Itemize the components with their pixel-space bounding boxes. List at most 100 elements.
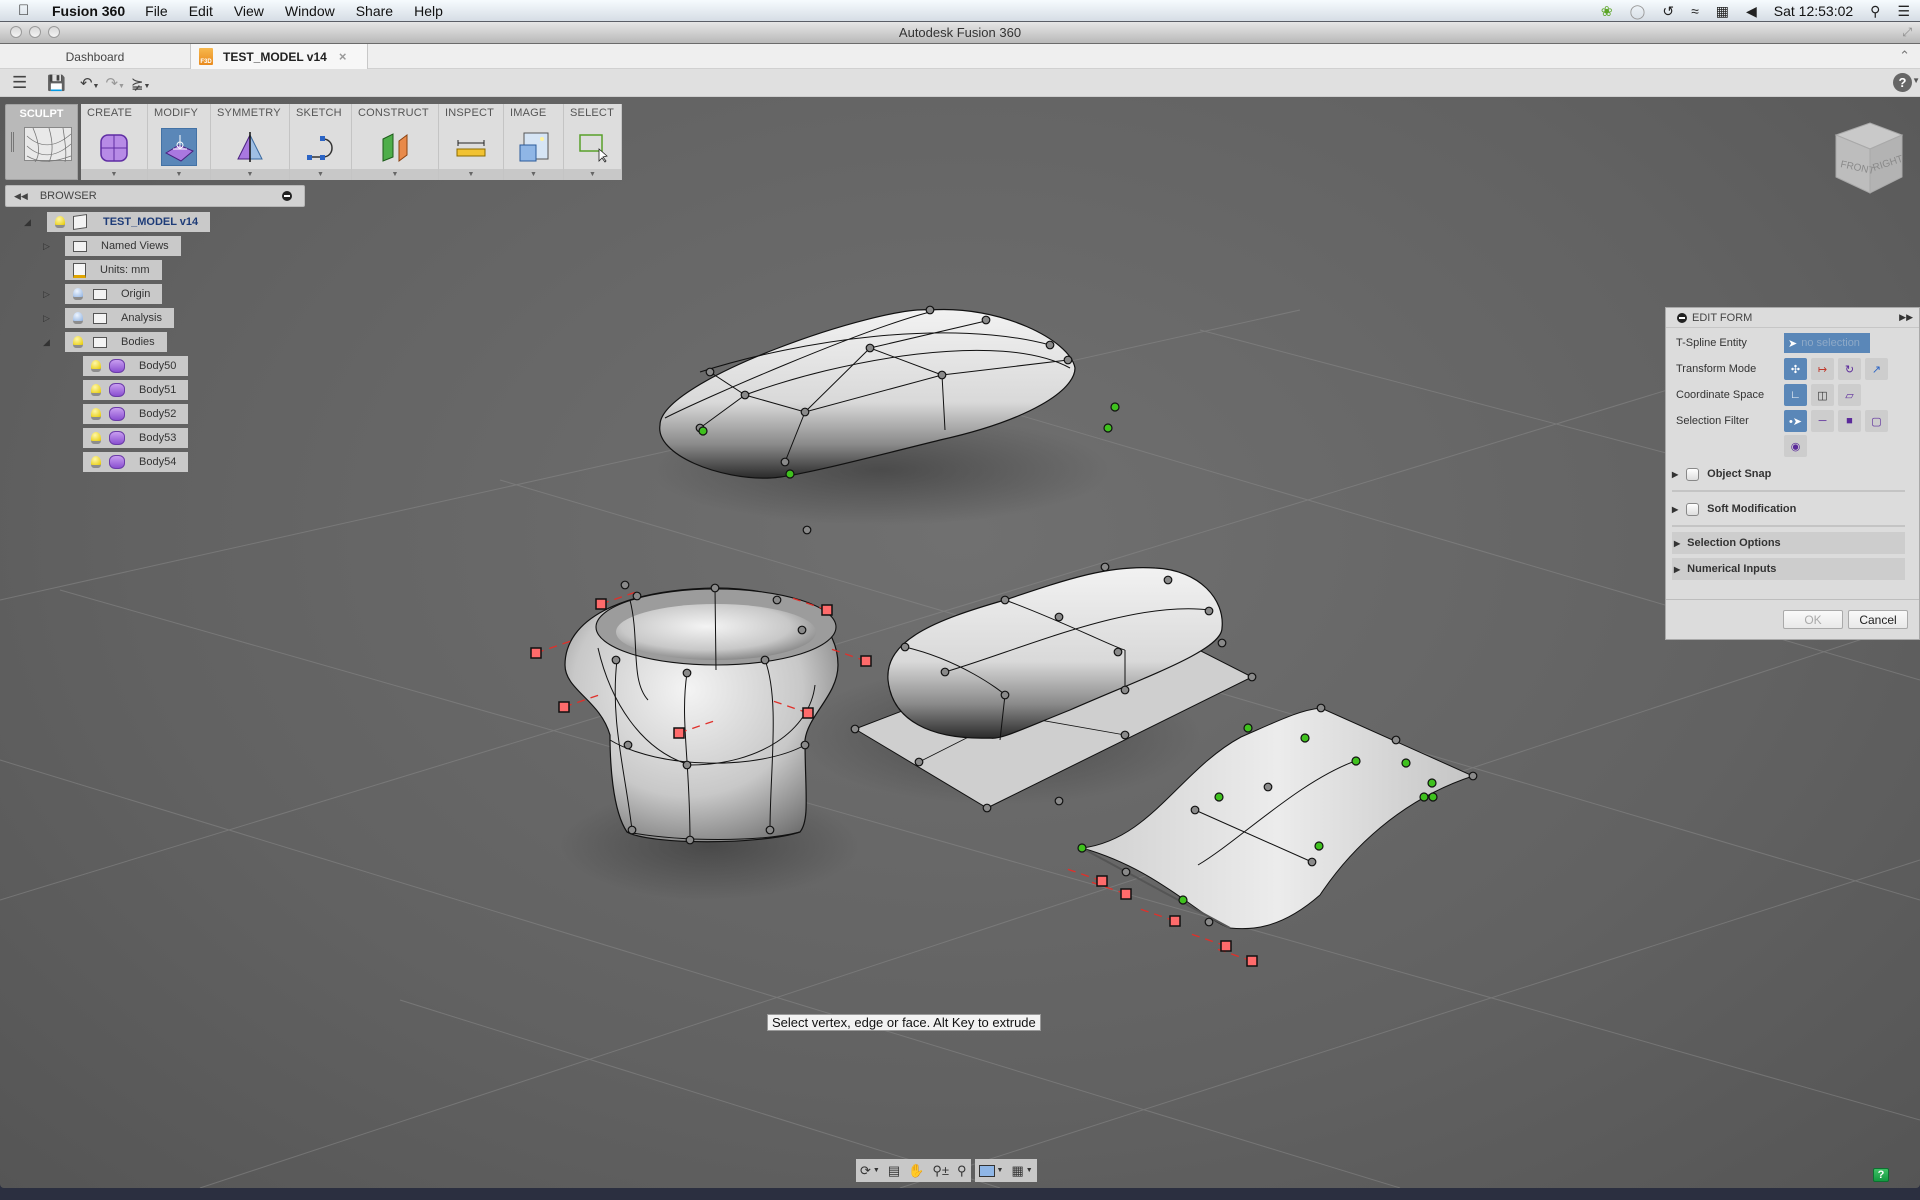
mirror-icon[interactable]	[232, 128, 268, 166]
notification-center-icon[interactable]: ☰	[1897, 3, 1910, 20]
expand-arrow-icon[interactable]: ▶	[1672, 470, 1678, 479]
collapse-arrow-icon[interactable]: ◢	[43, 337, 50, 348]
tangent-handle[interactable]	[673, 727, 685, 739]
vertex-point[interactable]	[1054, 796, 1064, 806]
vertex-point[interactable]	[627, 825, 637, 835]
save-icon[interactable]: 💾	[47, 74, 66, 92]
browser-node-body[interactable]: Body54	[83, 452, 189, 472]
vertex-point[interactable]	[710, 583, 720, 593]
ribbon-group-sketch[interactable]: SKETCH ▼	[290, 104, 352, 180]
object-snap-section[interactable]: ▶ Object Snap	[1672, 463, 1902, 485]
vertex-point[interactable]	[982, 803, 992, 813]
volume-icon[interactable]: ◀	[1746, 3, 1757, 20]
measure-icon[interactable]	[453, 128, 489, 166]
vertex-point[interactable]	[705, 367, 715, 377]
vertex-point[interactable]	[1247, 672, 1257, 682]
selection-options-section[interactable]: ▶ Selection Options	[1672, 532, 1905, 554]
vertex-point[interactable]	[1204, 917, 1214, 927]
spotlight-search-icon[interactable]: ⚲	[1870, 3, 1880, 20]
tspline-entity-selector[interactable]: ➤ no selection	[1784, 333, 1870, 353]
undo-icon[interactable]: ↶▼	[80, 74, 100, 92]
scale-icon[interactable]: ↗	[1865, 358, 1888, 380]
vertex-point[interactable]	[1163, 575, 1173, 585]
vertex-point[interactable]	[1204, 606, 1214, 616]
vertex-point[interactable]	[1000, 595, 1010, 605]
tangent-handle[interactable]	[1096, 875, 1108, 887]
vertex-point[interactable]	[914, 757, 924, 767]
vertex-point[interactable]	[1120, 685, 1130, 695]
vertex-point-highlighted[interactable]	[1428, 792, 1438, 802]
tab-dashboard[interactable]: Dashboard	[0, 44, 190, 69]
window-select-icon[interactable]	[575, 128, 611, 166]
vertex-point-highlighted[interactable]	[1300, 733, 1310, 743]
look-at-icon[interactable]: ▤	[888, 1163, 900, 1179]
object-snap-checkbox[interactable]	[1686, 467, 1700, 481]
ribbon-group-create[interactable]: CREATE ▼	[81, 104, 148, 180]
workspace-switcher[interactable]: SCULPT	[5, 104, 78, 180]
vertex-point[interactable]	[1468, 771, 1478, 781]
rotate-icon[interactable]: ↻	[1838, 358, 1861, 380]
soft-modification-checkbox[interactable]	[1686, 502, 1700, 516]
vertex-point[interactable]	[685, 835, 695, 845]
box-icon[interactable]	[96, 128, 132, 166]
fullscreen-icon[interactable]: ⤢	[1902, 25, 1912, 40]
browser-node-named-views[interactable]: Named Views	[65, 236, 181, 256]
vertex-point[interactable]	[772, 595, 782, 605]
cancel-button[interactable]: Cancel	[1848, 610, 1908, 629]
vertex-point[interactable]	[1120, 730, 1130, 740]
vertex-point[interactable]	[900, 642, 910, 652]
inspect-dropdown-icon[interactable]: ▼	[439, 169, 503, 180]
spline-icon[interactable]	[303, 128, 339, 166]
plane-icon[interactable]	[377, 128, 413, 166]
tangent-handle[interactable]	[558, 701, 570, 713]
construct-dropdown-icon[interactable]: ▼	[352, 169, 438, 180]
vertex-point[interactable]	[760, 655, 770, 665]
ribbon-group-symmetry[interactable]: SYMMETRY ▼	[211, 104, 290, 180]
multi-transform-icon[interactable]: ✣	[1784, 358, 1807, 380]
select-dropdown-icon[interactable]: ▼	[564, 169, 621, 180]
face-filter-icon[interactable]: ■	[1838, 410, 1861, 432]
visibility-bulb-icon[interactable]	[73, 288, 83, 300]
help-dropdown-icon[interactable]: ▼	[1912, 76, 1920, 85]
visibility-bulb-icon[interactable]	[91, 432, 101, 444]
local-space-icon[interactable]: ▱	[1838, 384, 1861, 406]
tangent-handle[interactable]	[1169, 915, 1181, 927]
menu-edit[interactable]: Edit	[189, 3, 213, 19]
menu-share[interactable]: Share	[356, 3, 393, 19]
vertex-point-highlighted[interactable]	[1178, 895, 1188, 905]
vertex-point[interactable]	[1307, 857, 1317, 867]
browser-node-body[interactable]: Body52	[83, 404, 189, 424]
vertex-point[interactable]	[1121, 867, 1131, 877]
evernote-icon[interactable]: ❀	[1601, 3, 1613, 20]
symmetry-dropdown-icon[interactable]: ▼	[211, 169, 289, 180]
vertex-point-highlighted[interactable]	[1077, 843, 1087, 853]
tangent-handle[interactable]	[1120, 888, 1132, 900]
sketch-dropdown-icon[interactable]: ▼	[290, 169, 351, 180]
tangent-handle[interactable]	[530, 647, 542, 659]
menu-window[interactable]: Window	[285, 3, 335, 19]
data-panel-menu-icon[interactable]: ☰	[12, 73, 27, 93]
vertex-point-highlighted[interactable]	[1419, 792, 1429, 802]
vertex-point[interactable]	[797, 625, 807, 635]
tangent-handle[interactable]	[821, 604, 833, 616]
vertex-point[interactable]	[1190, 805, 1200, 815]
zoom-icon[interactable]: ⚲±	[932, 1163, 949, 1179]
minimize-browser-icon[interactable]	[282, 191, 292, 201]
modify-dropdown-icon[interactable]: ▼	[148, 169, 210, 180]
vertex-point[interactable]	[740, 390, 750, 400]
collapse-browser-icon[interactable]: ◀◀	[14, 191, 28, 202]
vertex-point[interactable]	[1100, 562, 1110, 572]
translate-icon[interactable]: ↦	[1811, 358, 1834, 380]
vertex-point[interactable]	[780, 457, 790, 467]
menu-help[interactable]: Help	[414, 3, 443, 19]
vertex-point[interactable]	[981, 315, 991, 325]
browser-root-node[interactable]: TEST_MODEL v14	[47, 212, 211, 232]
vertex-point[interactable]	[1045, 340, 1055, 350]
apple-menu-icon[interactable]: 	[18, 2, 38, 19]
vertex-point-highlighted[interactable]	[1427, 778, 1437, 788]
visibility-bulb-icon[interactable]	[73, 312, 83, 324]
edge-filter-icon[interactable]: ─	[1811, 410, 1834, 432]
vertex-point-highlighted[interactable]	[1243, 723, 1253, 733]
vertex-point-highlighted[interactable]	[1314, 841, 1324, 851]
view-space-icon[interactable]: ◫	[1811, 384, 1834, 406]
